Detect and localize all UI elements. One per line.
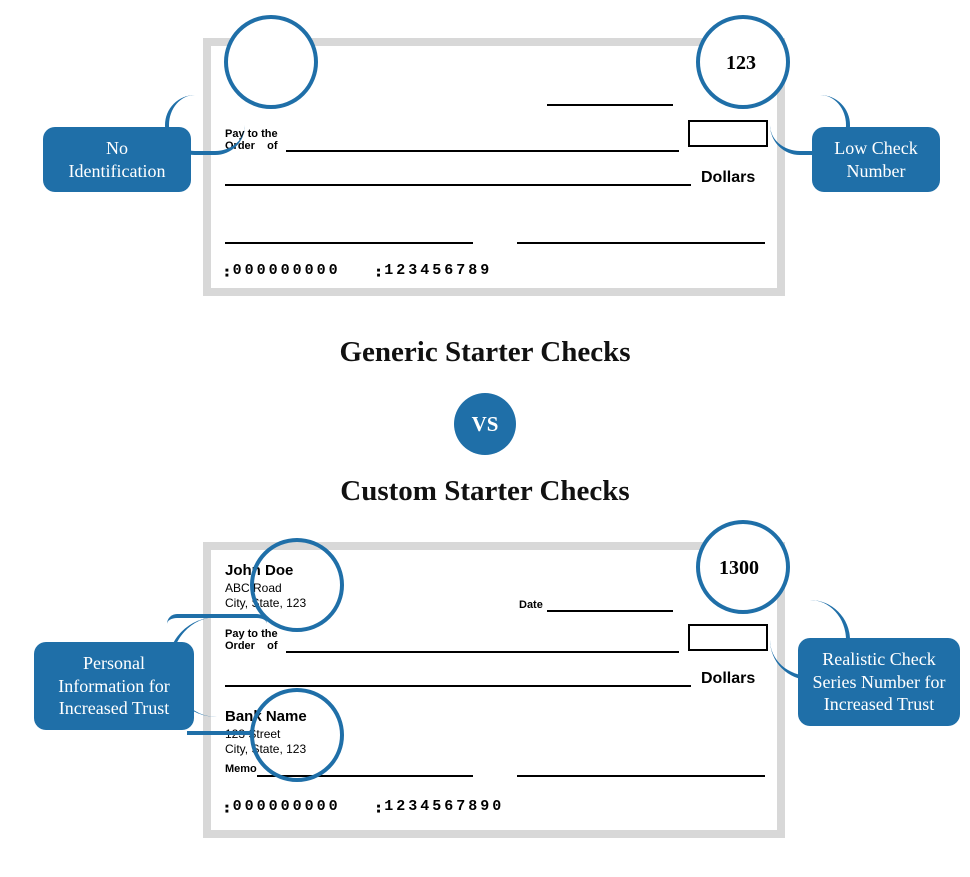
custom-check-number-overlay: 1300 [719,557,759,580]
micr-line: ■■000000000 ■■1234567890 [225,798,504,815]
callout-circle-no-id [224,15,318,109]
dollars-label: Dollars [701,670,755,688]
payto-line [286,651,679,653]
date-label: Date [519,599,543,612]
connector-bank-h [187,731,251,735]
label-low-check-number: Low Check Number [812,127,940,192]
dollars-label: Dollars [701,169,755,187]
micr-account: 1234567890 [384,798,504,815]
label-no-identification-text: No Identification [69,138,166,181]
label-personal-info: Personal Information for Increased Trust [34,642,194,730]
vs-text: VS [472,412,499,437]
memo-label: Memo [225,763,257,776]
date-line [547,104,673,106]
signature-line [517,242,765,244]
label-no-identification: No Identification [43,127,191,192]
dollars-line [225,685,691,687]
label-low-check-number-text: Low Check Number [834,138,917,181]
connector-name-top [167,614,267,634]
payto-line [286,150,679,152]
date-line [547,610,673,612]
micr-line: ■■000000000 ■■123456789 [225,262,492,279]
micr-account: 123456789 [384,262,492,279]
memo-line [225,242,473,244]
heading-generic: Generic Starter Checks [0,336,970,369]
generic-check-number-overlay: 123 [726,52,756,75]
label-realistic-number: Realistic Check Series Number for Increa… [798,638,960,726]
label-realistic-number-text: Realistic Check Series Number for Increa… [813,649,946,714]
label-personal-info-text: Personal Information for Increased Trust [58,653,169,718]
vs-badge: VS [454,393,516,455]
dollars-line [225,184,691,186]
heading-custom: Custom Starter Checks [0,475,970,508]
callout-circle-bank [250,688,344,782]
diagram-canvas: 123 Pay to the Order of Dollars ■■000000… [0,0,970,877]
micr-routing: 000000000 [233,262,341,279]
amount-box [688,120,768,147]
micr-routing: 000000000 [233,798,341,815]
signature-line [517,775,765,777]
amount-box [688,624,768,651]
